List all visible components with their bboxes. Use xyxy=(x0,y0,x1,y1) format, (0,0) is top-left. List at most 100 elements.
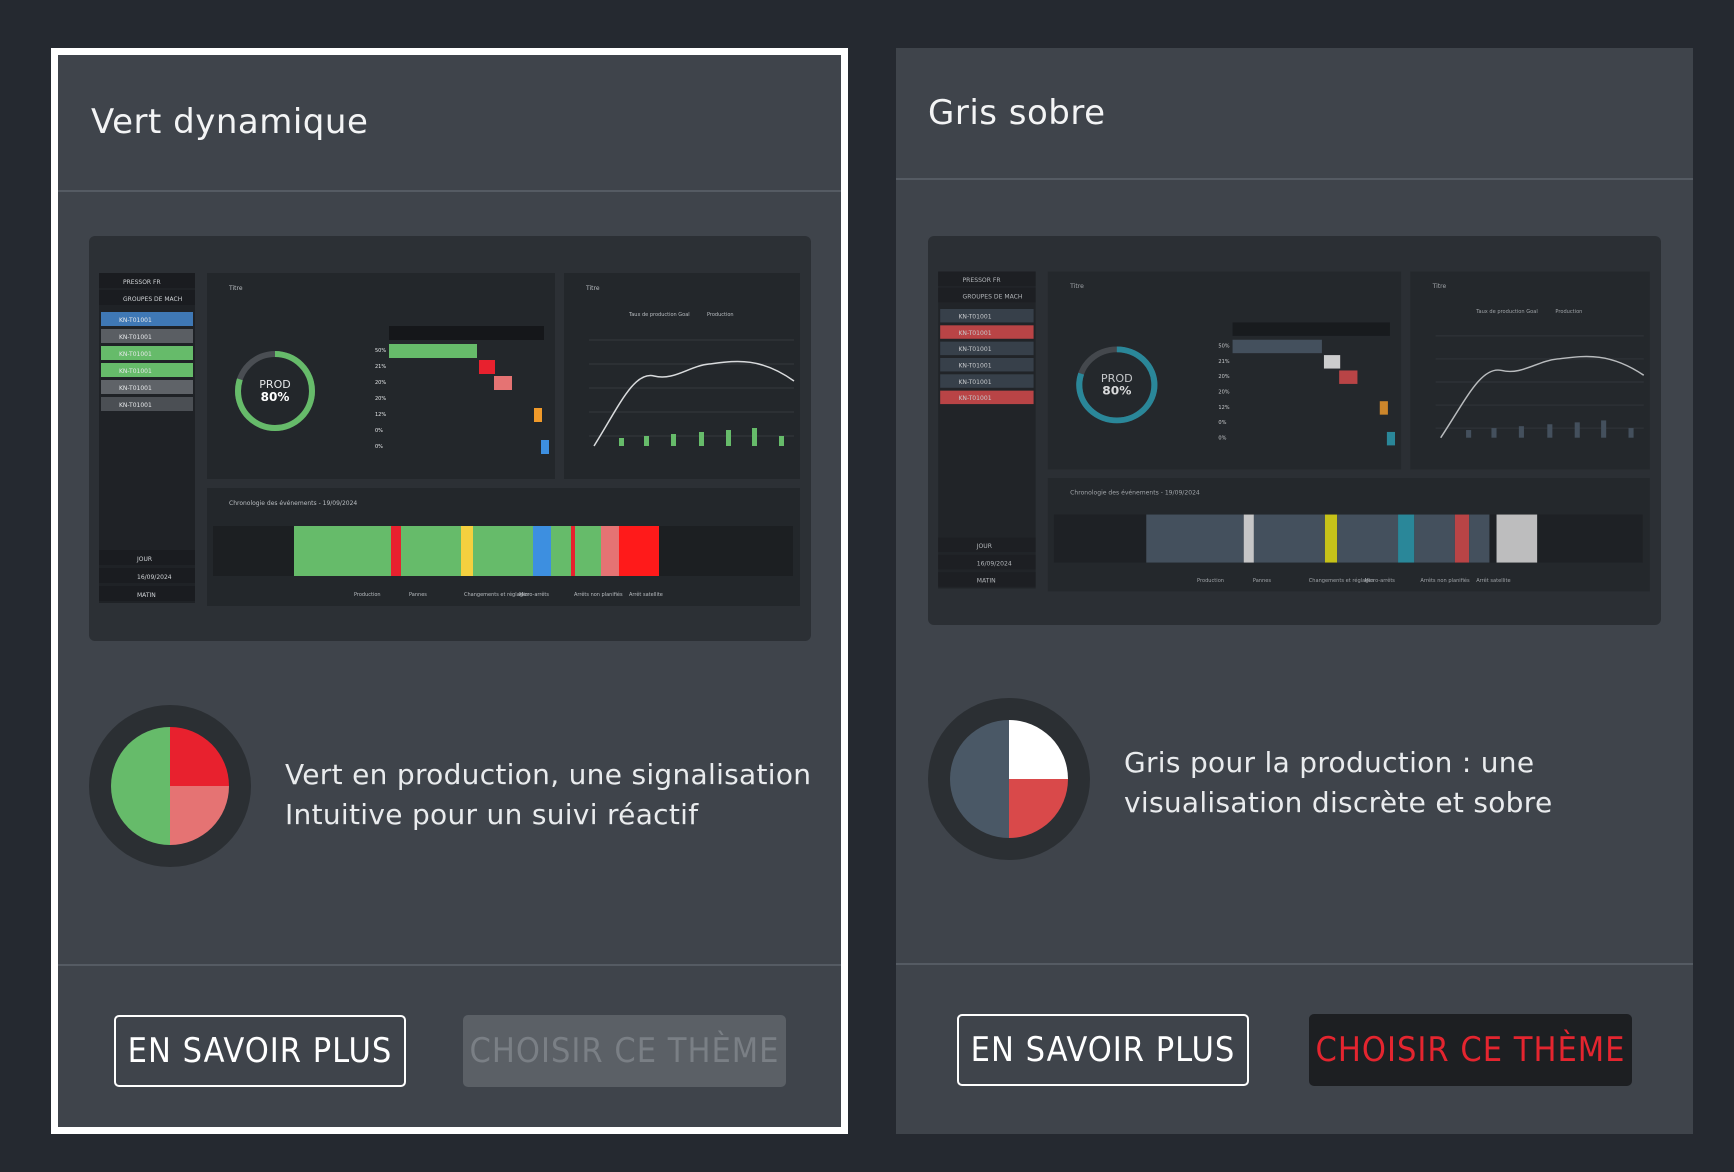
preview-bar-pct: 21% xyxy=(1218,359,1230,365)
preview-panel-title: Titre xyxy=(1432,284,1447,290)
preview-col-bar xyxy=(1491,428,1497,438)
preview-bar xyxy=(494,376,512,390)
learn-more-button[interactable]: EN SAVOIR PLUS xyxy=(957,1014,1249,1086)
preview-bar-pct: 0% xyxy=(375,444,383,450)
preview-bar-pct: 12% xyxy=(1218,405,1230,411)
preview-machine-label: KN-T01001 xyxy=(119,334,152,341)
preview-timeline-segment xyxy=(533,526,551,576)
preview-machine-label: KN-T01001 xyxy=(958,364,991,370)
preview-timeline-segment xyxy=(1398,514,1415,563)
preview-timeline-segment xyxy=(619,526,659,576)
preview-bar-pct: 20% xyxy=(375,380,386,386)
preview-timeline-segment xyxy=(1496,514,1538,563)
preview-sidebar-label: 16/09/2024 xyxy=(137,574,172,581)
choose-theme-button[interactable]: CHOISIR CE THÈME xyxy=(463,1015,786,1087)
preview-timeline-segment xyxy=(1324,514,1338,563)
preview-bar-pct: 0% xyxy=(1218,420,1226,426)
preview-bar xyxy=(479,360,495,374)
preview-machine-label: KN-T01001 xyxy=(119,351,152,358)
preview-col-bar xyxy=(752,428,757,446)
preview-machine-label: KN-T01001 xyxy=(958,315,991,321)
preview-col-bar xyxy=(699,432,704,446)
preview-sidebar-label: JOUR xyxy=(976,544,992,550)
preview-col-bar xyxy=(1574,422,1580,438)
preview-timeline-legend: Micro-arrêts xyxy=(1365,577,1396,584)
preview-bar xyxy=(1232,339,1322,354)
preview-bar-pct: 50% xyxy=(375,348,386,354)
preview-col-bar xyxy=(726,430,731,446)
preview-timeline-segment xyxy=(294,526,391,576)
preview-bar xyxy=(1323,355,1341,369)
card-divider xyxy=(58,964,841,966)
preview-col-bar xyxy=(1601,420,1607,438)
card-divider xyxy=(58,190,841,192)
preview-bar xyxy=(1386,431,1396,446)
preview-timeline-segment xyxy=(1253,514,1325,563)
theme-preview-image: PRESSOR FR GROUPES DE MACH KN-T01001 KN-T01… xyxy=(928,236,1661,625)
preview-bar xyxy=(541,440,549,454)
preview-panel-title: Titre xyxy=(1069,284,1084,290)
preview-gauge-value: 80% xyxy=(1102,384,1131,398)
preview-timeline-segment xyxy=(1469,514,1490,563)
description-line: Gris pour la production : une xyxy=(1124,746,1535,779)
preview-sidebar-label: GROUPES DE MACH xyxy=(963,295,1023,301)
card-divider xyxy=(896,963,1693,965)
preview-legend: Production xyxy=(1555,309,1582,315)
preview-col-bar xyxy=(1518,426,1524,438)
preview-sidebar-label: MATIN xyxy=(137,592,156,599)
preview-sidebar-label: JOUR xyxy=(136,556,152,563)
preview-panel xyxy=(564,273,800,479)
preview-machine-label: KN-T01001 xyxy=(119,368,152,375)
preview-bar xyxy=(1379,401,1388,415)
theme-card-green[interactable]: Vert dynamique PRESSOR FR GROUPES DE MACH… xyxy=(51,48,848,1134)
preview-legend: Production xyxy=(707,312,734,318)
preview-timeline-legend: Arrêts non planifiés xyxy=(1420,577,1470,584)
preview-sidebar-label: PRESSOR FR xyxy=(963,278,1001,284)
theme-color-pie xyxy=(89,705,251,867)
preview-col-bar xyxy=(1628,428,1634,438)
preview-panel-title: Titre xyxy=(228,285,243,292)
preview-col-bar xyxy=(779,436,784,446)
preview-panel-title: Chronologie des événements - 19/09/2024 xyxy=(1070,490,1200,497)
preview-sidebar-label: 16/09/2024 xyxy=(977,562,1012,568)
preview-timeline-legend: Arrêt satellite xyxy=(629,591,663,598)
preview-group: PRESSOR FR GROUPES DE MACH KN-T01001 KN-T01… xyxy=(99,273,800,606)
choose-theme-button[interactable]: CHOISIR CE THÈME xyxy=(1309,1014,1632,1086)
preview-machine-label: KN-T01001 xyxy=(958,380,991,386)
preview-timeline-legend: Micro-arrêts xyxy=(519,591,549,598)
description-line: Vert en production, une signalisation xyxy=(285,758,812,791)
preview-timeline-segment xyxy=(1243,514,1254,563)
preview-bar xyxy=(389,344,477,358)
preview-bar xyxy=(534,408,542,422)
preview-machine-label: KN-T01001 xyxy=(119,317,152,324)
preview-machine-label: KN-T01001 xyxy=(958,396,991,402)
preview-timeline-legend: Arrêt satellite xyxy=(1476,577,1510,584)
preview-timeline-segment xyxy=(473,526,533,576)
theme-title: Gris sobre xyxy=(928,93,1106,133)
preview-bar-pct: 0% xyxy=(1218,436,1226,442)
preview-machine-label: KN-T01001 xyxy=(958,347,991,353)
preview-panel-title: Titre xyxy=(585,285,600,292)
preview-bar-pct: 50% xyxy=(1218,344,1230,350)
preview-timeline-legend: Arrêts non planifiés xyxy=(574,591,623,598)
preview-timeline-segment xyxy=(1337,514,1399,563)
learn-more-button[interactable]: EN SAVOIR PLUS xyxy=(114,1015,406,1087)
preview-bar-pct: 0% xyxy=(375,428,383,434)
preview-bar-pct: 20% xyxy=(1218,390,1230,396)
preview-col-bar xyxy=(619,438,624,446)
preview-machine-label: KN-T01001 xyxy=(119,385,152,392)
preview-sidebar-label: MATIN xyxy=(977,579,996,585)
theme-card-grey[interactable]: Gris sobre PRESSOR FR GROUPES DE MACH KN-T… xyxy=(896,48,1693,1134)
preview-group: PRESSOR FR GROUPES DE MACH KN-T01001 KN-T01… xyxy=(938,271,1650,592)
preview-legend: Taux de production Goal xyxy=(628,312,690,318)
preview-bar-pct: 21% xyxy=(375,364,386,370)
theme-preview-image: PRESSOR FR GROUPES DE MACH KN-T01001 KN-T01… xyxy=(89,236,811,641)
preview-sidebar-label: PRESSOR FR xyxy=(123,279,161,286)
theme-color-pie xyxy=(928,698,1090,860)
preview-legend: Taux de production Goal xyxy=(1475,309,1538,315)
theme-title: Vert dynamique xyxy=(91,102,369,142)
preview-machine-label: KN-T01001 xyxy=(119,402,152,409)
theme-description: Vert en production, une signalisation In… xyxy=(285,755,825,835)
card-divider xyxy=(896,178,1693,180)
preview-bar-bg xyxy=(389,326,544,340)
